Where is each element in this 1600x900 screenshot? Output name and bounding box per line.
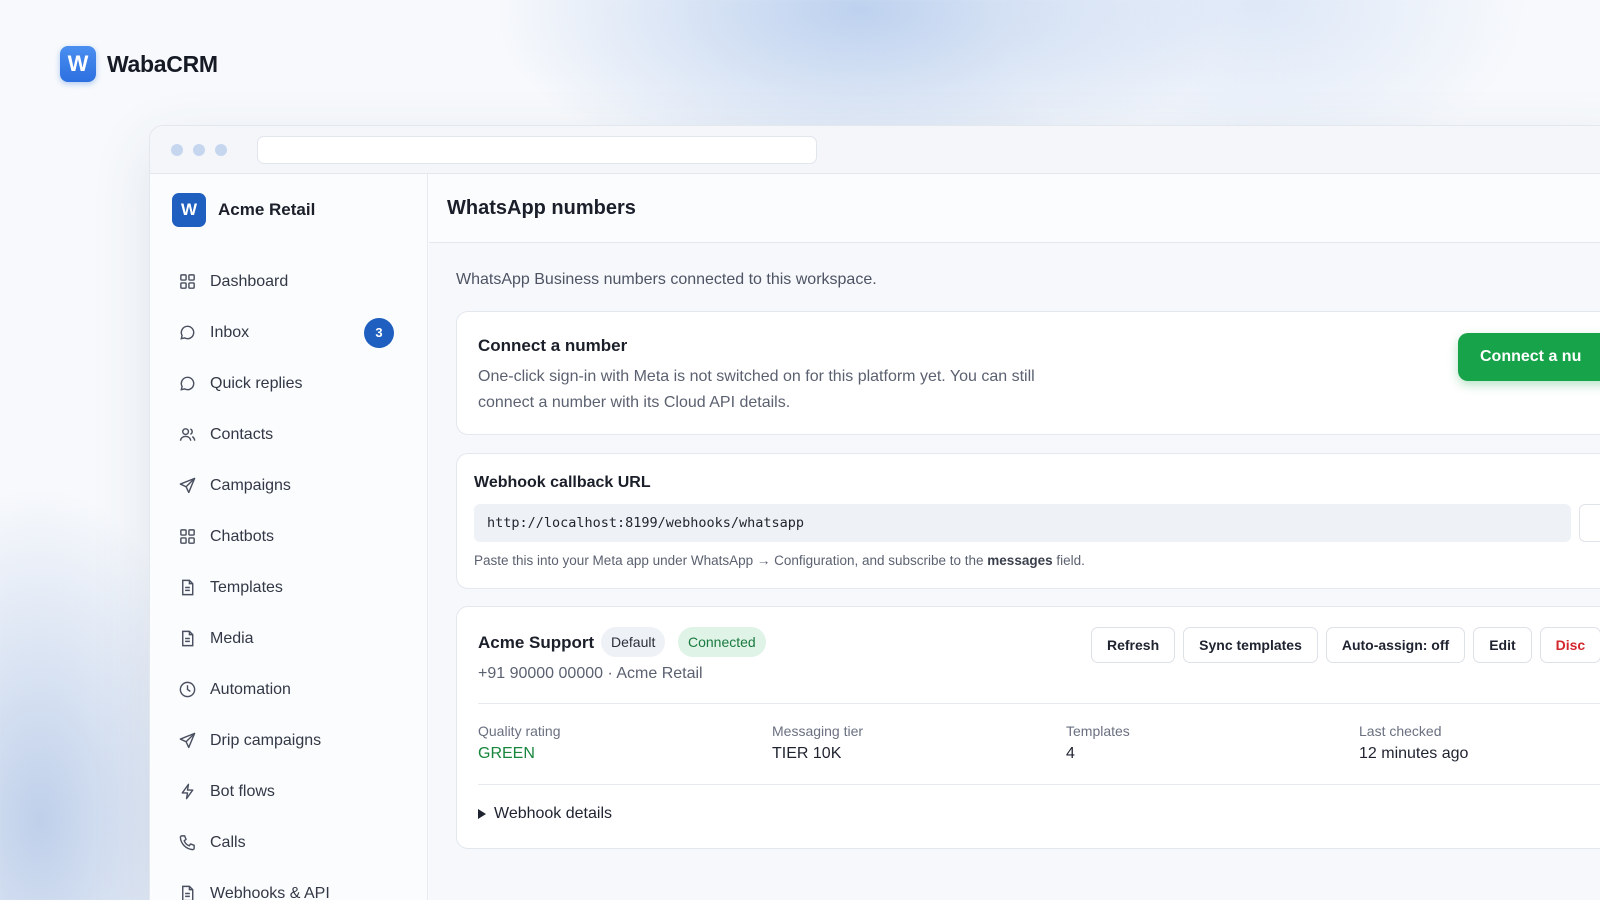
auto-assign-toggle-button[interactable]: Auto-assign: off	[1325, 627, 1466, 663]
window-control-maximize[interactable]	[215, 143, 227, 156]
workspace-name: Acme Retail	[218, 200, 316, 219]
page-subtitle: WhatsApp Business numbers connected to t…	[456, 271, 877, 288]
stat-last-checked: Last checked 12 minutes ago	[1359, 723, 1468, 763]
users-icon	[177, 425, 197, 445]
number-phone-line: +91 90000 00000 · Acme Retail	[478, 665, 703, 682]
sidebar-item-label: Contacts	[210, 425, 274, 443]
stat-value: 12 minutes ago	[1359, 745, 1469, 762]
send-icon	[177, 731, 197, 751]
clock-icon	[177, 680, 197, 700]
stat-value: 4	[1066, 745, 1075, 762]
document-icon	[177, 578, 197, 598]
connect-card-description: One-click sign-in with Meta is not switc…	[478, 368, 1035, 411]
phone-icon	[177, 833, 197, 853]
sidebar-item-contacts[interactable]: Contacts	[150, 409, 427, 460]
sidebar-nav: Dashboard Inbox 3 Quick replies Contacts…	[150, 256, 427, 900]
sidebar-item-campaigns[interactable]: Campaigns	[150, 460, 427, 511]
sidebar-item-label: Bot flows	[210, 782, 275, 800]
edit-button[interactable]: Edit	[1473, 627, 1532, 663]
app-brand: W WabaCRM	[60, 46, 218, 82]
webhook-card-title: Webhook callback URL	[474, 474, 651, 491]
sidebar-item-webhooks-api[interactable]: Webhooks & API	[150, 868, 427, 900]
grid-icon	[177, 527, 197, 547]
sidebar-item-bot-flows[interactable]: Bot flows	[150, 766, 427, 817]
disconnect-button[interactable]: Disc	[1539, 627, 1600, 663]
connect-number-card: Connect a number One-click sign-in with …	[456, 311, 1600, 435]
card-divider	[478, 703, 1600, 704]
sidebar-item-label: Chatbots	[210, 527, 275, 545]
sidebar-item-label: Dashboard	[210, 272, 289, 290]
webhook-hint: Paste this into your Meta app under What…	[474, 553, 1085, 568]
sidebar-item-media[interactable]: Media	[150, 613, 427, 664]
brand-name: WabaCRM	[107, 50, 218, 77]
stat-value: TIER 10K	[772, 745, 842, 762]
wabacrm-logo-icon: W	[60, 46, 96, 82]
chat-icon	[177, 374, 197, 394]
send-icon	[177, 476, 197, 496]
webhook-url-card: Webhook callback URL http://localhost:81…	[456, 453, 1600, 589]
sidebar-item-label: Automation	[210, 680, 291, 698]
webhook-hint-text-end: field.	[1052, 553, 1085, 568]
webhook-url-field[interactable]: http://localhost:8199/webhooks/whatsapp	[474, 504, 1571, 542]
browser-window: W Acme Retail Dashboard Inbox 3 Quick re…	[149, 125, 1600, 900]
sidebar-item-calls[interactable]: Calls	[150, 817, 427, 868]
status-badge: Connected	[678, 627, 766, 657]
refresh-button[interactable]: Refresh	[1091, 627, 1176, 663]
document-icon	[177, 629, 197, 649]
bolt-icon	[177, 782, 197, 802]
stat-label: Last checked	[1359, 723, 1442, 739]
sidebar-item-label: Calls	[210, 833, 246, 851]
sidebar-item-label: Quick replies	[210, 374, 303, 392]
inbox-unread-badge: 3	[364, 317, 394, 348]
sidebar-item-dashboard[interactable]: Dashboard	[150, 256, 427, 307]
copy-url-button[interactable]	[1579, 504, 1600, 542]
sidebar-item-label: Drip campaigns	[210, 731, 322, 749]
workspace-logo-icon: W	[172, 193, 206, 227]
address-bar[interactable]	[257, 135, 817, 164]
number-actions: Refresh Sync templates Auto-assign: off …	[1091, 627, 1600, 663]
window-control-minimize[interactable]	[193, 143, 205, 156]
webhook-hint-field-name: messages	[987, 553, 1053, 568]
connect-number-button[interactable]: Connect a nu	[1458, 333, 1600, 381]
stat-label: Templates	[1066, 723, 1130, 739]
sidebar-item-label: Campaigns	[210, 476, 291, 494]
triangle-right-icon	[478, 809, 486, 819]
sidebar-item-templates[interactable]: Templates	[150, 562, 427, 613]
workspace-header[interactable]: W Acme Retail	[172, 193, 315, 227]
whatsapp-number-card: Acme Support Default Connected +91 90000…	[456, 606, 1600, 849]
stat-templates: Templates 4	[1066, 723, 1130, 763]
page-header: WhatsApp numbers	[429, 174, 1600, 243]
chat-icon	[177, 323, 197, 343]
number-display-name: Acme Support	[478, 633, 595, 652]
document-icon	[177, 884, 197, 900]
webhook-details-label: Webhook details	[494, 805, 612, 822]
main-content: WhatsApp numbers WhatsApp Business numbe…	[429, 174, 1600, 900]
sidebar-item-label: Inbox	[210, 323, 250, 341]
stat-value: GREEN	[478, 745, 535, 762]
webhook-details-toggle[interactable]: Webhook details	[478, 805, 612, 823]
connect-card-title: Connect a number	[478, 336, 628, 355]
sync-templates-button[interactable]: Sync templates	[1183, 627, 1318, 663]
sidebar-item-drip-campaigns[interactable]: Drip campaigns	[150, 715, 427, 766]
page-title: WhatsApp numbers	[447, 196, 636, 219]
sidebar-item-label: Templates	[210, 578, 283, 596]
sidebar-item-automation[interactable]: Automation	[150, 664, 427, 715]
webhook-hint-text: Paste this into your Meta app under What…	[474, 553, 988, 568]
grid-icon	[177, 272, 197, 292]
stat-label: Quality rating	[478, 723, 561, 739]
sidebar-item-label: Webhooks & API	[210, 884, 330, 900]
window-titlebar	[150, 126, 1600, 174]
sidebar-item-chatbots[interactable]: Chatbots	[150, 511, 427, 562]
sidebar-item-label: Media	[210, 629, 254, 647]
stat-messaging-tier: Messaging tier TIER 10K	[772, 723, 863, 763]
stat-quality-rating: Quality rating GREEN	[478, 723, 560, 763]
sidebar-item-quick-replies[interactable]: Quick replies	[150, 358, 427, 409]
sidebar: W Acme Retail Dashboard Inbox 3 Quick re…	[150, 174, 428, 900]
window-control-close[interactable]	[171, 143, 183, 156]
stat-label: Messaging tier	[772, 723, 864, 739]
card-divider	[478, 784, 1600, 785]
default-badge: Default	[601, 627, 666, 657]
sidebar-item-inbox[interactable]: Inbox 3	[150, 307, 427, 358]
